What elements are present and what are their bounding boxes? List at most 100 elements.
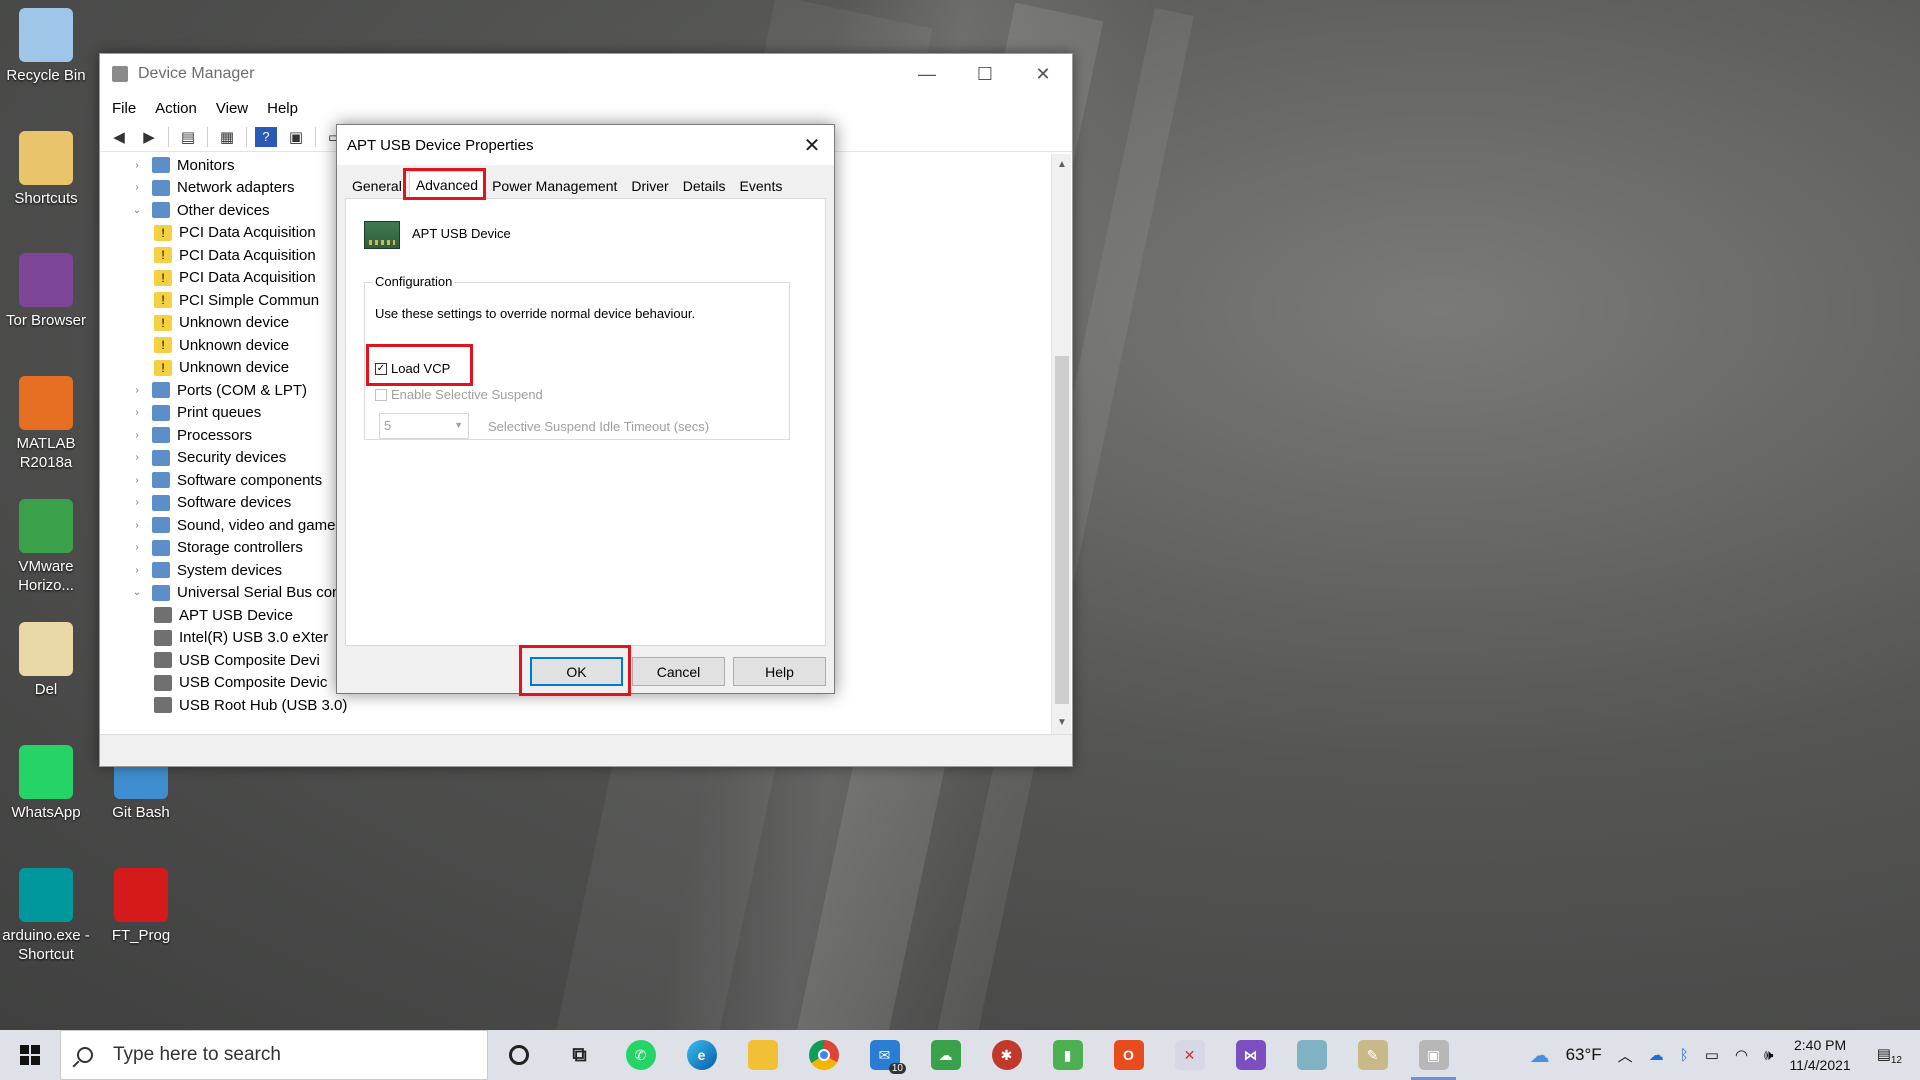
device-category-icon xyxy=(152,539,170,556)
chevron-right-icon[interactable]: › xyxy=(130,452,144,463)
tab-advanced[interactable]: Advanced xyxy=(408,171,486,198)
tool-icon: ✕ xyxy=(1174,1040,1205,1070)
scroll-up-icon[interactable]: ▲ xyxy=(1052,156,1072,174)
taskbar-visual-studio[interactable]: ⋈ xyxy=(1220,1030,1281,1080)
notification-center-icon[interactable]: ▤12 xyxy=(1877,1045,1902,1066)
chevron-down-icon[interactable]: ⌄ xyxy=(130,205,144,216)
load-vcp-checkbox-row[interactable]: ✓ Load VCP xyxy=(375,361,450,376)
taskbar-vmware[interactable]: ☁ xyxy=(915,1030,976,1080)
desktop-icon[interactable]: arduino.exe - Shortcut xyxy=(0,868,94,964)
start-button[interactable] xyxy=(0,1030,60,1080)
taskbar-device-manager[interactable]: ▣ xyxy=(1403,1030,1464,1080)
close-window-button[interactable]: ✕ xyxy=(1014,54,1072,94)
tab-general[interactable]: General xyxy=(345,173,409,197)
tab-details[interactable]: Details xyxy=(676,173,733,197)
wifi-icon[interactable]: ◠ xyxy=(1735,1046,1748,1064)
chevron-right-icon[interactable]: › xyxy=(130,497,144,508)
taskbar-file-explorer[interactable] xyxy=(732,1030,793,1080)
ok-button[interactable]: OK xyxy=(530,657,623,686)
menu-file[interactable]: File xyxy=(112,100,136,117)
desktop-icon[interactable]: Shortcuts xyxy=(0,131,94,208)
configuration-group-title: Configuration xyxy=(373,274,455,289)
tree-item[interactable]: USB Root Hub (USB 3.0) xyxy=(100,694,1050,717)
menu-view[interactable]: View xyxy=(216,100,248,117)
cancel-button[interactable]: Cancel xyxy=(632,657,725,686)
tree-item-label: Unknown device xyxy=(179,336,290,354)
maximize-button[interactable]: ☐ xyxy=(956,54,1014,94)
tree-item-label: Print queues xyxy=(177,404,262,422)
chevron-right-icon[interactable]: › xyxy=(130,385,144,396)
desktop-icon[interactable]: Tor Browser xyxy=(0,253,94,330)
chevron-right-icon[interactable]: › xyxy=(130,430,144,441)
desktop-icon-label: Git Bash xyxy=(112,804,170,821)
tree-item-label: Monitors xyxy=(177,156,235,174)
cortana-button[interactable] xyxy=(488,1030,549,1080)
taskbar-chart-app[interactable]: ▮ xyxy=(1037,1030,1098,1080)
desktop-icon[interactable]: WhatsApp xyxy=(0,745,94,822)
tab-power-management[interactable]: Power Management xyxy=(485,173,624,197)
taskbar-app-teal[interactable] xyxy=(1281,1030,1342,1080)
menu-help[interactable]: Help xyxy=(267,100,298,117)
load-vcp-checkbox[interactable]: ✓ xyxy=(375,362,387,375)
desktop-icon[interactable]: Del xyxy=(0,622,94,699)
taskbar: Type here to search ⧉ ✆ e ✉ 10 ☁ ✱ ▮ O ✕ … xyxy=(0,1030,1920,1080)
menu-action[interactable]: Action xyxy=(155,100,197,117)
properties-icon[interactable]: ▦ xyxy=(216,127,238,147)
scrollbar-thumb[interactable] xyxy=(1055,356,1069,704)
help-icon[interactable]: ? xyxy=(255,126,277,147)
chevron-up-icon[interactable]: ︿ xyxy=(1618,1045,1633,1066)
chevron-right-icon[interactable]: › xyxy=(130,160,144,171)
help-button[interactable]: Help xyxy=(733,657,826,686)
weather-cloud-icon[interactable]: ☁ xyxy=(1530,1043,1550,1068)
chevron-right-icon[interactable]: › xyxy=(130,565,144,576)
chevron-right-icon[interactable]: › xyxy=(130,520,144,531)
show-hide-tree-icon[interactable]: ▤ xyxy=(177,127,199,147)
onedrive-icon[interactable]: ☁ xyxy=(1649,1046,1664,1064)
chevron-right-icon[interactable]: › xyxy=(130,182,144,193)
desktop-icon-label: Shortcuts xyxy=(14,190,78,207)
taskbar-tool[interactable]: ✕ xyxy=(1159,1030,1220,1080)
dialog-titlebar[interactable]: APT USB Device Properties ✕ xyxy=(337,125,834,165)
properties-dialog[interactable]: APT USB Device Properties ✕ General Adva… xyxy=(336,124,835,694)
device-manager-titlebar[interactable]: Device Manager — ☐ ✕ xyxy=(100,54,1072,94)
clock[interactable]: 2:40 PM 11/4/2021 xyxy=(1789,1035,1850,1075)
weather-temperature[interactable]: 63°F xyxy=(1566,1045,1602,1065)
taskbar-whatsapp[interactable]: ✆ xyxy=(610,1030,671,1080)
taskbar-paint[interactable]: ✎ xyxy=(1342,1030,1403,1080)
vmware-icon: ☁ xyxy=(930,1040,961,1070)
desktop-icon[interactable]: FT_Prog xyxy=(93,868,189,945)
taskbar-chrome[interactable] xyxy=(793,1030,854,1080)
chevron-right-icon[interactable]: › xyxy=(130,475,144,486)
taskbar-search-box[interactable]: Type here to search xyxy=(60,1030,488,1080)
tab-events[interactable]: Events xyxy=(733,173,790,197)
volume-icon[interactable]: 🕪 xyxy=(1764,1047,1773,1064)
device-manager-title: Device Manager xyxy=(138,65,255,82)
back-arrow-icon[interactable]: ◀ xyxy=(108,127,130,147)
chevron-right-icon[interactable]: › xyxy=(130,542,144,553)
search-placeholder: Type here to search xyxy=(113,1044,281,1065)
vertical-scrollbar[interactable]: ▲ ▼ xyxy=(1051,154,1071,734)
taskbar-app-red[interactable]: ✱ xyxy=(976,1030,1037,1080)
task-view-button[interactable]: ⧉ xyxy=(549,1030,610,1080)
chevron-right-icon[interactable]: › xyxy=(130,407,144,418)
toolbar-separator xyxy=(246,126,247,147)
dialog-close-button[interactable]: ✕ xyxy=(790,125,834,165)
battery-icon[interactable]: ▭ xyxy=(1705,1046,1719,1064)
tree-item-label: Software devices xyxy=(177,494,292,512)
taskbar-mail[interactable]: ✉ 10 xyxy=(854,1030,915,1080)
desktop-icon[interactable]: Recycle Bin xyxy=(0,8,94,85)
system-tray: ☁ 63°F ︿ ☁ ᛒ ▭ ◠ 🕪 2:40 PM 11/4/2021 ▤12 xyxy=(1522,1030,1920,1080)
folder-icon xyxy=(19,131,73,185)
tab-driver[interactable]: Driver xyxy=(624,173,675,197)
bluetooth-icon[interactable]: ᛒ xyxy=(1680,1047,1689,1064)
taskbar-edge[interactable]: e xyxy=(671,1030,732,1080)
minimize-button[interactable]: — xyxy=(898,54,956,94)
device-category-icon xyxy=(152,517,170,534)
forward-arrow-icon[interactable]: ▶ xyxy=(138,127,160,147)
chevron-down-icon[interactable]: ⌄ xyxy=(130,587,144,598)
view-icon[interactable]: ▣ xyxy=(285,127,307,147)
scroll-down-icon[interactable]: ▼ xyxy=(1052,714,1072,732)
desktop-icon[interactable]: MATLAB R2018a xyxy=(0,376,94,472)
taskbar-office[interactable]: O xyxy=(1098,1030,1159,1080)
desktop-icon[interactable]: VMware Horizo... xyxy=(0,499,94,595)
